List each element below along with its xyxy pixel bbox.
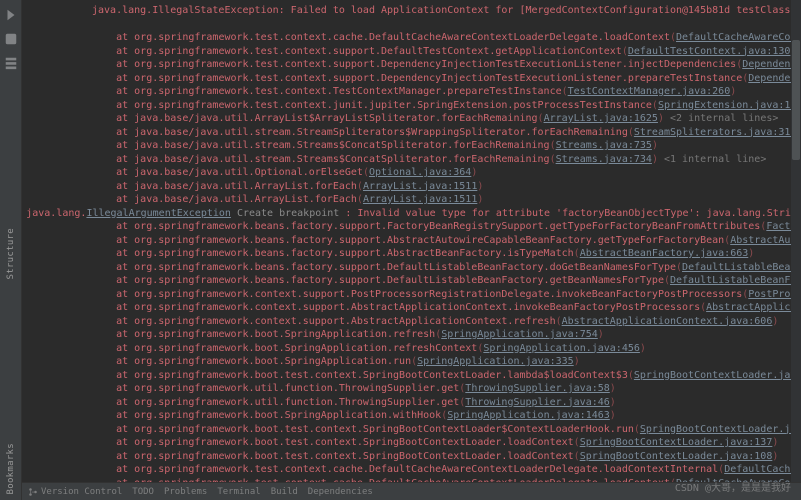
stack-trace-link[interactable]: SpringApplication.java:1463 [447,410,610,421]
tool-icon[interactable] [4,32,18,46]
stack-trace-link[interactable]: DefaultCacheAwareContextLoaderDelegate.j… [676,32,801,43]
side-tab-bookmarks[interactable]: Bookmarks [6,443,16,494]
run-tool-icon[interactable] [4,8,18,22]
scrollbar-thumb[interactable] [792,40,800,160]
vertical-scrollbar[interactable] [791,0,801,482]
stack-trace-link[interactable]: ArrayList.java:1511 [363,194,477,205]
stack-trace-link[interactable]: DefaultTestContext.java:130 [628,46,791,57]
stack-trace-link[interactable]: ArrayList.java:1511 [363,181,477,192]
stack-trace-link[interactable]: DefaultListableBeanFactory.java:534 [670,275,801,286]
tab-version-control[interactable]: Version Control [28,487,122,497]
stack-trace-link[interactable]: ThrowingSupplier.java:46 [465,397,610,408]
tab-dependencies[interactable]: Dependencies [308,487,373,497]
stack-trace-link[interactable]: AbstractApplicationContext.java:606 [562,316,773,327]
exception-link[interactable]: IllegalArgumentException [86,208,231,219]
stack-trace-link[interactable]: StreamSpliterators.java:310 [634,127,797,138]
stack-trace-link[interactable]: SpringBootContextLoader.java:553 [640,424,801,435]
stack-trace-link[interactable]: DefaultCacheAwareContextLoaderDelegate.j… [724,464,801,475]
console-output[interactable]: java.lang.IllegalStateException: Failed … [22,0,801,482]
stack-trace-link[interactable]: DefaultListableBeanFactory.java:575 [682,262,801,273]
stack-trace-link[interactable]: Streams.java:735 [556,140,652,151]
stack-trace-link[interactable]: SpringApplication.java:456 [483,343,640,354]
stack-trace-link[interactable]: SpringApplication.java:754 [441,329,598,340]
tab-problems[interactable]: Problems [164,487,207,497]
stack-trace-link[interactable]: SpringApplication.java:335 [417,356,574,367]
stack-trace-link[interactable]: SpringExtension.java:163 [658,100,801,111]
stack-trace-link[interactable]: AbstractApplicationContext.java:788 [706,302,801,313]
stack-trace-link[interactable]: Optional.java:364 [369,167,471,178]
tool-icon-2[interactable] [4,56,18,70]
stack-trace-link[interactable]: ArrayList.java:1625 [544,113,658,124]
stack-trace-link[interactable]: ThrowingSupplier.java:58 [465,383,610,394]
watermark: CSDN @大哥，是是是我好 [675,479,791,494]
tool-window-gutter: Structure Bookmarks [0,0,22,500]
stack-trace-link[interactable]: SpringBootContextLoader.java:137 [580,437,773,448]
stack-trace-link[interactable]: SpringBootContextLoader.java:108 [580,451,773,462]
stack-trace-link[interactable]: TestContextManager.java:260 [568,86,731,97]
tab-terminal[interactable]: Terminal [217,487,260,497]
side-tab-structure[interactable]: Structure [6,228,16,279]
tab-build[interactable]: Build [271,487,298,497]
stack-trace-link[interactable]: SpringBootContextLoader.java:137 [634,370,801,381]
stack-trace-link[interactable]: AbstractBeanFactory.java:663 [580,248,749,259]
stack-trace-link[interactable]: Streams.java:734 [556,154,652,165]
tab-todo[interactable]: TODO [132,487,154,497]
